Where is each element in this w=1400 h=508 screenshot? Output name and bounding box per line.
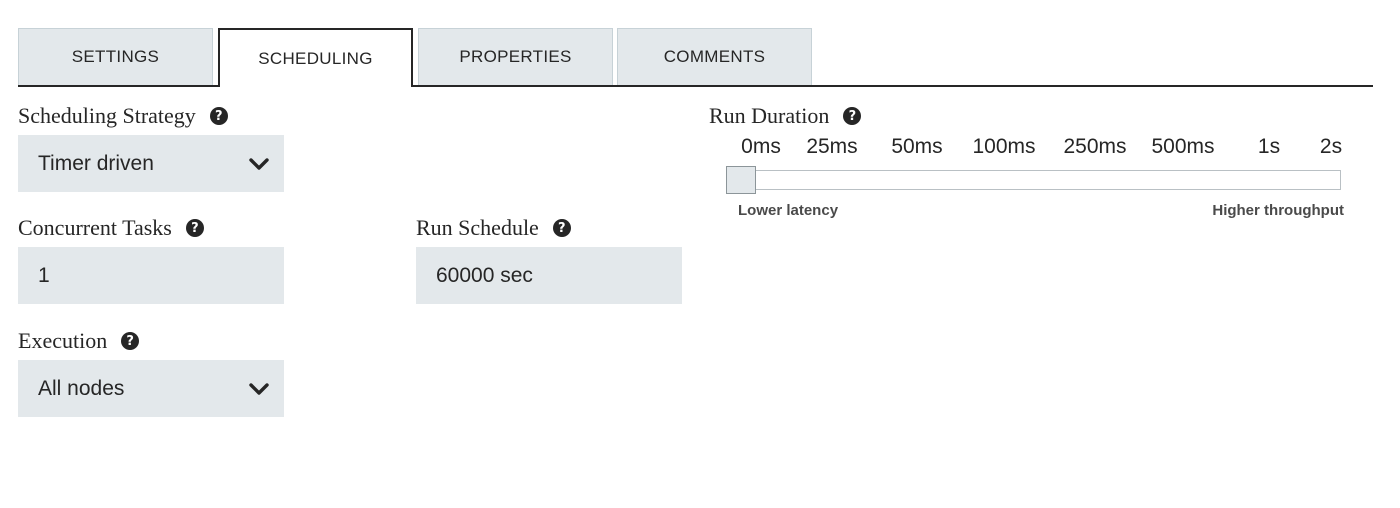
run-duration-tick[interactable]: 250ms [1063,135,1126,159]
run-schedule-field: Run Schedule ? 60000 sec [416,214,682,304]
concurrent-tasks-value: 1 [38,263,50,287]
chevron-down-icon [248,153,270,175]
run-duration-tick[interactable]: 50ms [891,135,942,159]
tab-scheduling[interactable]: SCHEDULING [218,28,413,89]
question-circle-icon[interactable]: ? [185,219,204,237]
higher-throughput-caption: Higher throughput [1212,202,1344,219]
execution-field: Execution ? All nodes [18,327,284,417]
scheduling-strategy-value: Timer driven [38,151,154,175]
execution-label: Execution [18,328,108,353]
run-schedule-label: Run Schedule [416,215,539,240]
question-circle-icon[interactable]: ? [209,107,228,125]
scheduling-strategy-label: Scheduling Strategy [18,103,196,128]
run-schedule-input[interactable]: 60000 sec [416,247,682,304]
concurrent-tasks-label: Concurrent Tasks [18,215,172,240]
run-duration-tick[interactable]: 25ms [806,135,857,159]
run-duration-handle[interactable] [726,166,756,194]
run-duration-tick[interactable]: 2s [1320,135,1342,159]
run-duration-ticks: 0ms 25ms 50ms 100ms 250ms 500ms 1s 2s [709,135,1349,165]
run-duration-tick[interactable]: 0ms [741,135,781,159]
question-circle-icon[interactable]: ? [552,219,571,237]
scheduling-strategy-select[interactable]: Timer driven [18,135,284,192]
execution-select[interactable]: All nodes [18,360,284,417]
tab-settings[interactable]: SETTINGS [18,28,213,85]
run-duration-tick[interactable]: 100ms [972,135,1035,159]
run-duration-tick[interactable]: 500ms [1151,135,1214,159]
scheduling-strategy-field: Scheduling Strategy ? Timer driven [18,102,284,192]
concurrent-tasks-input[interactable]: 1 [18,247,284,304]
execution-value: All nodes [38,376,125,400]
concurrent-tasks-field: Concurrent Tasks ? 1 [18,214,284,304]
tab-properties[interactable]: PROPERTIES [418,28,613,85]
question-circle-icon[interactable]: ? [121,332,140,350]
run-duration-tick[interactable]: 1s [1258,135,1280,159]
lower-latency-caption: Lower latency [738,202,839,219]
run-duration-slider: 0ms 25ms 50ms 100ms 250ms 500ms 1s 2s Lower lat… [709,0,1349,240]
run-schedule-value: 60000 sec [436,263,533,287]
chevron-down-icon [248,378,270,400]
run-duration-track[interactable] [726,166,1341,194]
